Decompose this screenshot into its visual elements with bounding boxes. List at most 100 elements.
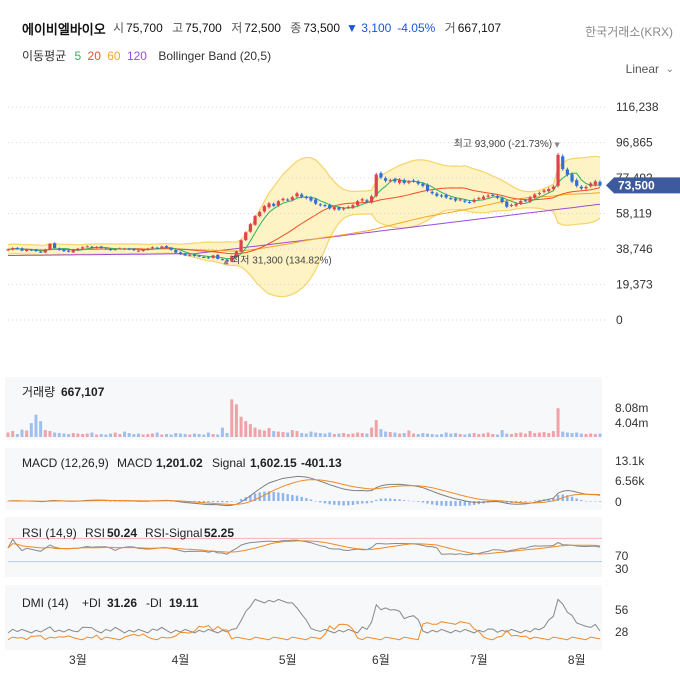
volume-bar bbox=[169, 434, 173, 437]
candle-body bbox=[402, 180, 406, 183]
rsi-value-label: RSI bbox=[85, 526, 105, 540]
candle-body bbox=[248, 224, 252, 232]
rsi-value: 50.24 bbox=[107, 526, 137, 540]
macd-histogram-bar bbox=[221, 501, 224, 503]
volume-bar bbox=[71, 433, 75, 437]
volume-bar bbox=[267, 428, 271, 437]
macd-histogram-bar bbox=[575, 498, 578, 501]
volume-bar bbox=[67, 434, 71, 437]
volume-bar bbox=[262, 430, 266, 437]
candle-body bbox=[48, 243, 52, 250]
macd-histogram-bar bbox=[305, 498, 308, 501]
candle-body bbox=[160, 246, 164, 248]
volume-bar bbox=[39, 421, 43, 437]
macd-histogram-bar bbox=[407, 500, 411, 502]
volume-bar bbox=[76, 433, 80, 437]
volume-bar bbox=[113, 432, 117, 437]
macd-histogram-bar bbox=[300, 496, 303, 501]
candle-body bbox=[439, 195, 444, 197]
volume-bar bbox=[304, 433, 308, 437]
volume-bar bbox=[575, 432, 579, 437]
candle-body bbox=[481, 196, 486, 199]
candle-body bbox=[155, 247, 159, 249]
candle-body bbox=[551, 186, 555, 189]
volume-bar bbox=[328, 432, 332, 437]
candle-body bbox=[421, 183, 425, 186]
rsi-axis-label: 70 bbox=[615, 549, 629, 563]
macd-histogram-bar bbox=[463, 501, 467, 506]
volume-bar bbox=[547, 433, 551, 437]
macd-histogram-bar bbox=[519, 501, 522, 503]
volume-bar bbox=[556, 408, 560, 437]
candle-body bbox=[206, 257, 211, 259]
volume-bar bbox=[295, 431, 299, 437]
volume-bar bbox=[118, 434, 122, 437]
macd-histogram-bar bbox=[384, 498, 387, 501]
candle-body bbox=[589, 183, 593, 187]
macd-histogram-bar bbox=[449, 501, 453, 507]
candle-body bbox=[118, 248, 122, 250]
candle-body bbox=[314, 199, 318, 204]
candle-body bbox=[505, 201, 509, 207]
volume-bar bbox=[25, 430, 29, 437]
candle-body bbox=[43, 249, 47, 253]
dmi-axis-label: 28 bbox=[615, 625, 629, 639]
volume-bar bbox=[248, 424, 252, 437]
macd-histogram-bar bbox=[598, 501, 602, 502]
macd-histogram-bar bbox=[351, 501, 355, 505]
macd-histogram-bar bbox=[379, 498, 383, 501]
candle-body bbox=[318, 204, 322, 206]
volume-title: 거래량 bbox=[22, 385, 55, 399]
stock-chart[interactable]: 최고 93,900 (-21.73%) ▼ 최저 31,300 (134.82%)▲… bbox=[0, 0, 680, 697]
macd-axis-label: 0 bbox=[615, 495, 622, 509]
macd-signal-value: 1,602.15 bbox=[250, 456, 297, 470]
macd-histogram-bar bbox=[225, 501, 229, 503]
macd-histogram-bar bbox=[272, 491, 275, 501]
volume-bar bbox=[528, 431, 532, 437]
candle-body bbox=[267, 203, 271, 208]
candle-body bbox=[472, 199, 476, 202]
volume-bar bbox=[351, 433, 355, 437]
plus-di-value: 31.26 bbox=[107, 596, 137, 610]
volume-bar bbox=[258, 429, 262, 437]
candle-body bbox=[565, 169, 569, 175]
candle-body bbox=[491, 194, 495, 196]
volume-bar bbox=[253, 427, 257, 437]
candle-body bbox=[6, 249, 10, 251]
candle-body bbox=[29, 249, 33, 251]
macd-histogram-bar bbox=[584, 500, 588, 502]
volume-bar bbox=[477, 434, 481, 437]
volume-axis-label: 8.08m bbox=[615, 401, 648, 415]
macd-histogram-bar bbox=[435, 501, 439, 506]
volume-bar bbox=[472, 433, 476, 437]
volume-bar bbox=[95, 434, 99, 437]
macd-histogram-bar bbox=[430, 501, 434, 505]
x-axis-month-label: 8월 bbox=[568, 653, 586, 667]
macd-axis-label: 6.56k bbox=[615, 474, 645, 488]
dmi-title: DMI (14) bbox=[22, 596, 69, 610]
candle-body bbox=[458, 199, 462, 201]
candle-body bbox=[239, 240, 243, 252]
candle-body bbox=[495, 195, 500, 198]
volume-bar bbox=[211, 434, 215, 437]
volume-bar bbox=[62, 433, 66, 437]
macd-histogram-bar bbox=[286, 494, 289, 501]
macd-histogram-bar bbox=[328, 501, 331, 505]
candle-body bbox=[393, 179, 397, 182]
macd-histogram-bar bbox=[398, 499, 401, 501]
candle-body bbox=[528, 197, 532, 202]
macd-histogram-bar bbox=[426, 501, 429, 504]
candle-body bbox=[397, 179, 402, 183]
macd-histogram-bar bbox=[216, 501, 219, 503]
candle-body bbox=[332, 207, 336, 210]
candle-body bbox=[304, 197, 308, 199]
current-price-label: 73,500 bbox=[618, 178, 655, 192]
dmi-axis-label: 56 bbox=[615, 603, 629, 617]
candle-body bbox=[309, 197, 313, 201]
volume-bar bbox=[584, 434, 588, 437]
candle-body bbox=[20, 248, 24, 251]
rsi-axis-label: 30 bbox=[615, 562, 629, 576]
volume-bar bbox=[314, 432, 318, 437]
macd-histogram-bar bbox=[337, 501, 341, 506]
candle-body bbox=[342, 208, 346, 210]
